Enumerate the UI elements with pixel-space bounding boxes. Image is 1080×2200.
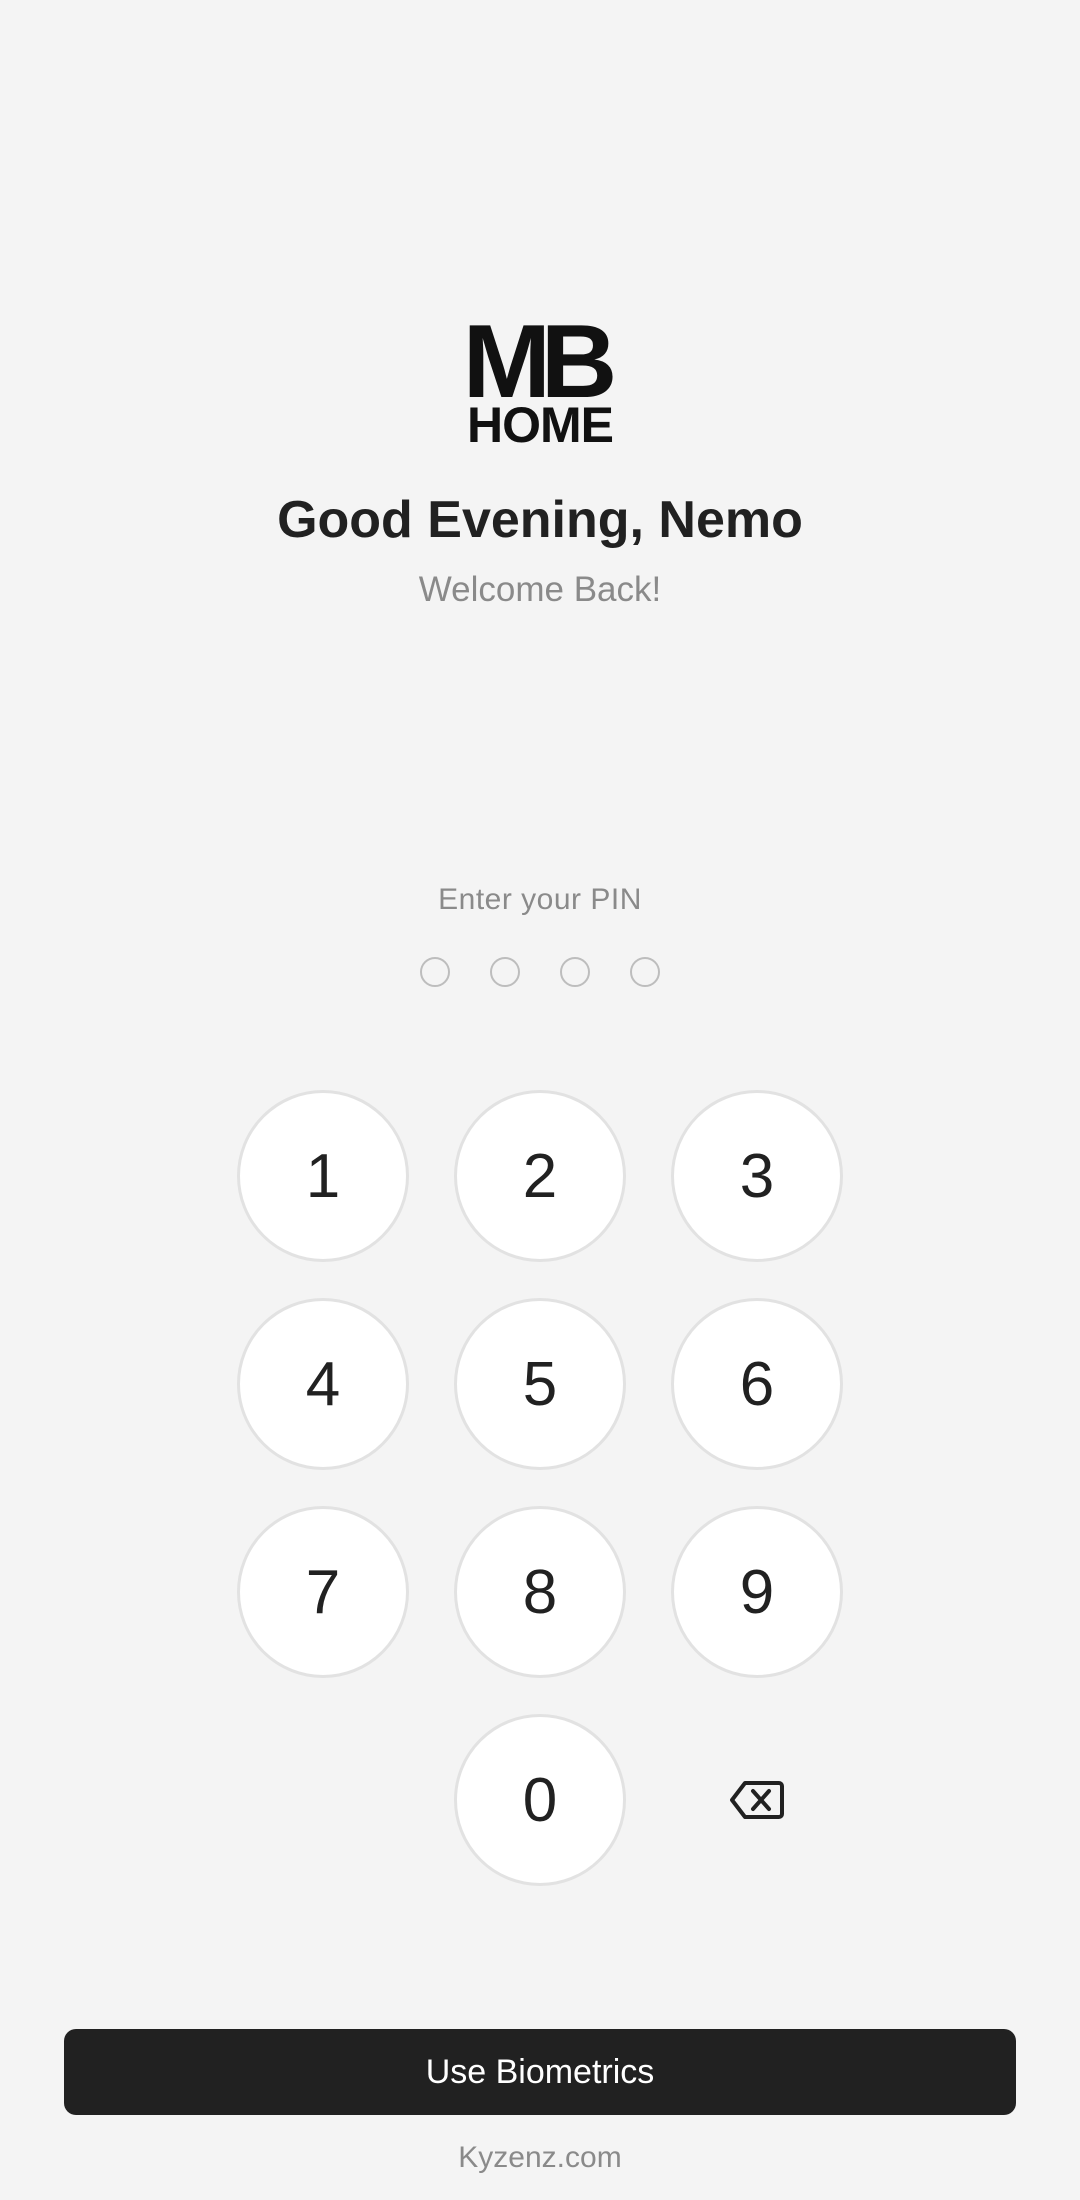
key-9[interactable]: 9 (671, 1506, 843, 1678)
backspace-button[interactable] (671, 1714, 843, 1886)
logo-mb-text: MB (462, 304, 618, 420)
key-4[interactable]: 4 (237, 1298, 409, 1470)
key-1[interactable]: 1 (237, 1090, 409, 1262)
key-6[interactable]: 6 (671, 1298, 843, 1470)
pin-dot (560, 957, 590, 987)
pin-keypad: 1 2 3 4 5 6 7 8 9 0 (237, 1090, 843, 1886)
key-8[interactable]: 8 (454, 1506, 626, 1678)
brand-logo: MB HOME (460, 304, 620, 450)
greeting-title: Good Evening, Nemo (277, 491, 803, 549)
use-biometrics-button[interactable]: Use Biometrics (64, 2029, 1016, 2115)
pin-dot (630, 957, 660, 987)
key-0[interactable]: 0 (454, 1714, 626, 1886)
pin-dot (490, 957, 520, 987)
key-2[interactable]: 2 (454, 1090, 626, 1262)
welcome-subtitle: Welcome Back! (418, 570, 662, 609)
backspace-icon (730, 1781, 784, 1819)
key-3[interactable]: 3 (671, 1090, 843, 1262)
keypad-spacer (237, 1714, 409, 1886)
pin-indicator (420, 955, 660, 989)
key-7[interactable]: 7 (237, 1506, 409, 1678)
key-5[interactable]: 5 (454, 1298, 626, 1470)
pin-label: Enter your PIN (438, 883, 642, 916)
footer-link[interactable]: Kyzenz.com (0, 2138, 1080, 2178)
pin-dot (420, 957, 450, 987)
